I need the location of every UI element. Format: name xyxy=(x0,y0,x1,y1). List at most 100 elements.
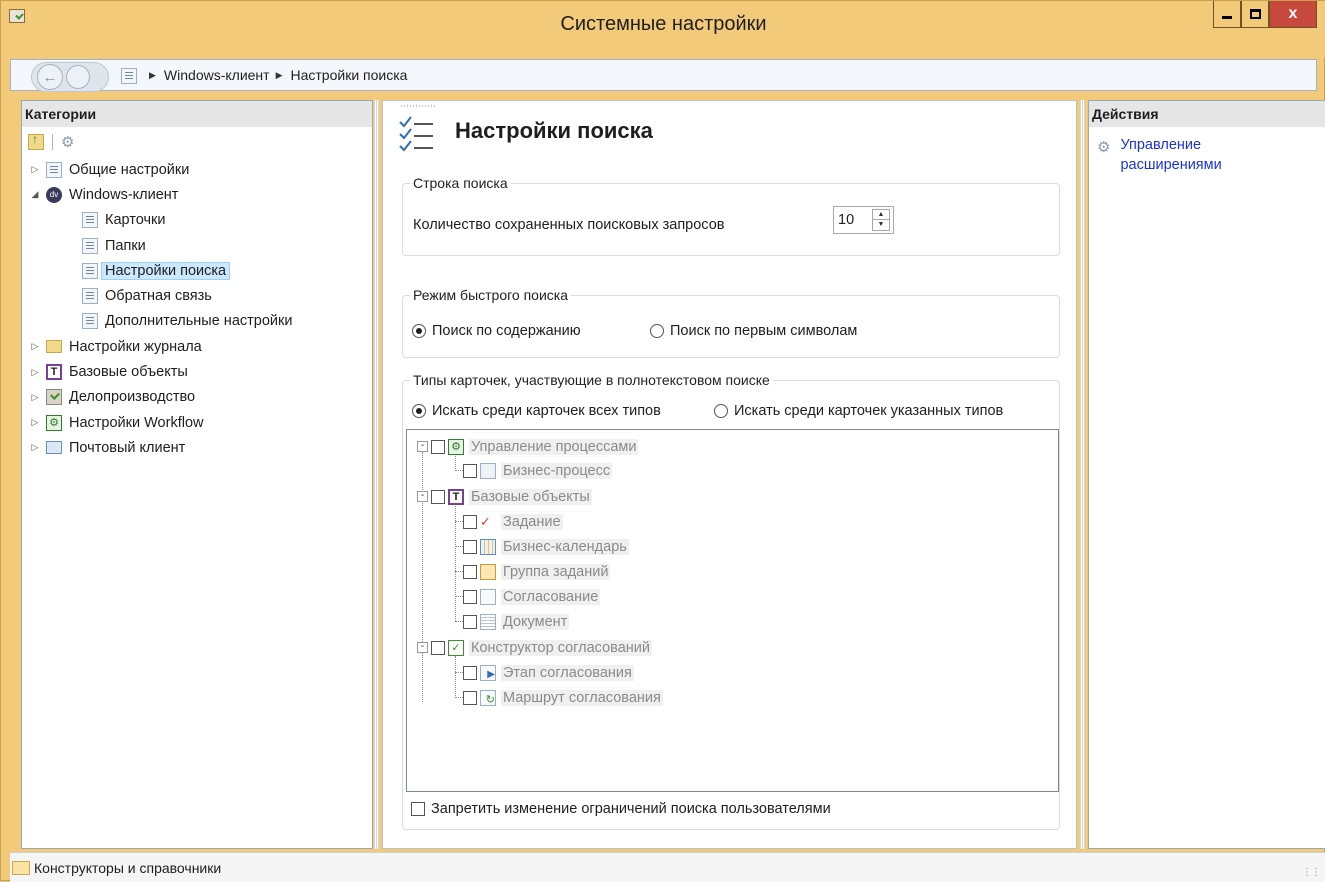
right-splitter[interactable] xyxy=(1080,100,1085,849)
radio-search-by-first-chars[interactable]: Поиск по первым символам xyxy=(650,323,857,339)
minimize-icon xyxy=(1222,15,1232,19)
maximize-button[interactable] xyxy=(1241,1,1269,28)
extensions-icon[interactable]: ⚙ xyxy=(61,133,74,151)
card-tree-label: Маршрут согласования xyxy=(501,689,663,706)
list-icon xyxy=(82,313,98,330)
tree-item-docflow[interactable]: ▷ Делопроизводство xyxy=(26,385,372,410)
resize-grip-icon[interactable]: ⋮⋮ xyxy=(1302,867,1321,878)
radio-all-card-types[interactable]: Искать среди карточек всех типов xyxy=(412,403,661,419)
card-tree-item-business-calendar[interactable]: Бизнес-календарь xyxy=(455,534,629,559)
collapse-icon[interactable]: ◢ xyxy=(28,189,42,200)
radio-checked-icon[interactable] xyxy=(412,404,426,418)
left-splitter[interactable] xyxy=(374,100,379,849)
page-header: Настройки поиска xyxy=(397,103,653,153)
collapse-icon[interactable]: - xyxy=(417,491,428,502)
radio-unchecked-icon[interactable] xyxy=(714,404,728,418)
tree-item-general-settings[interactable]: ▷ Общие настройки xyxy=(26,157,372,182)
checkbox[interactable] xyxy=(463,690,477,705)
card-tree-label: Согласование xyxy=(501,588,601,605)
restrict-search-checkbox-row[interactable]: Запретить изменение ограничений поиска п… xyxy=(411,801,831,817)
expand-icon[interactable]: ▷ xyxy=(28,341,42,352)
tree-item-label: Карточки xyxy=(105,212,166,229)
radio-label: Искать среди карточек указанных типов xyxy=(734,403,1004,419)
saved-queries-value[interactable]: 10 xyxy=(838,212,854,228)
title-bar[interactable]: Системные настройки x xyxy=(1,1,1325,57)
radio-specified-card-types[interactable]: Искать среди карточек указанных типов xyxy=(714,403,1003,419)
search-line-group: Строка поиска xyxy=(402,175,1060,256)
checkbox[interactable] xyxy=(463,463,477,478)
close-button[interactable]: x xyxy=(1269,1,1317,28)
forward-button[interactable] xyxy=(66,65,90,89)
radio-label: Искать среди карточек всех типов xyxy=(432,403,661,419)
radio-checked-icon[interactable] xyxy=(412,324,426,338)
card-tree-item-document[interactable]: Документ xyxy=(455,609,570,634)
collapse-icon[interactable]: - xyxy=(417,441,428,452)
radio-search-by-content[interactable]: Поиск по содержанию xyxy=(412,323,581,339)
checkbox[interactable] xyxy=(463,589,477,604)
import-icon[interactable]: ↑ xyxy=(28,132,44,150)
saved-queries-stepper[interactable]: 10 ▲ ▼ xyxy=(833,206,894,234)
breadcrumb-item-search-settings[interactable]: Настройки поиска xyxy=(291,67,408,83)
tree-item-search-settings[interactable]: Настройки поиска xyxy=(26,258,372,283)
tree-item-mail-client[interactable]: ▷ Почтовый клиент xyxy=(26,435,372,460)
minimize-button[interactable] xyxy=(1213,1,1241,28)
categories-tree: ▷ Общие настройки ◢ dv Windows-клиент Ка… xyxy=(22,157,372,461)
checkbox[interactable] xyxy=(463,539,477,554)
breadcrumb-separator-icon: ▶ xyxy=(149,69,156,80)
card-tree-item-business-process[interactable]: Бизнес-процесс xyxy=(455,458,613,483)
radio-label: Поиск по первым символам xyxy=(670,323,858,339)
card-tree-item-task[interactable]: ✓ Задание xyxy=(455,509,563,534)
checkbox[interactable] xyxy=(431,640,445,655)
tree-item-label: Базовые объекты xyxy=(69,364,188,381)
tree-item-cards[interactable]: Карточки xyxy=(26,208,372,233)
card-tree-item-process-management[interactable]: - ⚙ Управление процессами xyxy=(417,434,639,459)
checkbox[interactable] xyxy=(463,614,477,629)
back-button[interactable]: ← xyxy=(37,64,63,90)
tree-item-label: Настройки Workflow xyxy=(69,414,204,431)
categories-header: Категории xyxy=(22,101,372,127)
card-tree-item-approval[interactable]: Согласование xyxy=(455,584,601,609)
stepper-down-icon[interactable]: ▼ xyxy=(873,220,889,230)
tree-item-additional-settings[interactable]: Дополнительные настройки xyxy=(26,309,372,334)
list-icon xyxy=(82,212,98,229)
tree-item-windows-client[interactable]: ◢ dv Windows-клиент xyxy=(26,182,372,207)
checkbox[interactable] xyxy=(463,665,477,680)
list-icon xyxy=(121,68,137,84)
breadcrumb-item-windows-client[interactable]: Windows-клиент xyxy=(164,67,270,83)
checkbox[interactable] xyxy=(411,802,425,816)
docflow-icon xyxy=(46,389,62,406)
tree-item-base-objects[interactable]: ▷ T Базовые объекты xyxy=(26,359,372,384)
expand-icon[interactable]: ▷ xyxy=(28,417,42,428)
radio-unchecked-icon[interactable] xyxy=(650,324,664,338)
checkbox[interactable] xyxy=(431,489,445,504)
stepper-up-icon[interactable]: ▲ xyxy=(873,210,889,220)
actions-pane: Действия ⚙ Управление расширениями xyxy=(1088,100,1325,849)
card-tree-item-base-objects[interactable]: - T Базовые объекты xyxy=(417,484,592,509)
card-tree-item-approval-route[interactable]: ↻ Маршрут согласования xyxy=(455,685,663,710)
expand-icon[interactable]: ▷ xyxy=(28,164,42,175)
card-tree-item-approval-designer[interactable]: - ✓ Конструктор согласований xyxy=(417,635,652,660)
card-tree-label: Этап согласования xyxy=(501,664,634,681)
status-text[interactable]: Конструкторы и справочники xyxy=(34,860,221,876)
task-icon: ✓ xyxy=(480,513,491,529)
checkbox[interactable] xyxy=(431,439,445,454)
expand-icon[interactable]: ▷ xyxy=(28,442,42,453)
checkbox[interactable] xyxy=(463,514,477,529)
action-manage-extensions[interactable]: ⚙ Управление расширениями xyxy=(1097,135,1250,175)
list-icon xyxy=(46,161,62,178)
checkbox[interactable] xyxy=(463,564,477,579)
expand-icon[interactable]: ▷ xyxy=(28,367,42,378)
card-tree-item-task-group[interactable]: Группа заданий xyxy=(455,559,611,584)
expand-icon[interactable]: ▷ xyxy=(28,392,42,403)
collapse-icon[interactable]: - xyxy=(417,642,428,653)
arrow-left-icon: ← xyxy=(42,68,58,86)
address-bar: ← ▶ Windows-клиент ▶ Настройки поиска xyxy=(10,59,1317,92)
window-title: Системные настройки xyxy=(560,13,767,35)
card-types-tree[interactable]: - ⚙ Управление процессами Бизнес-процесс… xyxy=(406,429,1059,792)
tree-item-folders[interactable]: Папки xyxy=(26,233,372,258)
manage-extensions-link[interactable]: Управление расширениями xyxy=(1120,135,1250,175)
tree-item-feedback[interactable]: Обратная связь xyxy=(26,283,372,308)
tree-item-workflow-settings[interactable]: ▷ ⚙ Настройки Workflow xyxy=(26,410,372,435)
card-tree-item-approval-stage[interactable]: ▶ Этап согласования xyxy=(455,660,634,685)
tree-item-journal-settings[interactable]: ▷ Настройки журнала xyxy=(26,334,372,359)
